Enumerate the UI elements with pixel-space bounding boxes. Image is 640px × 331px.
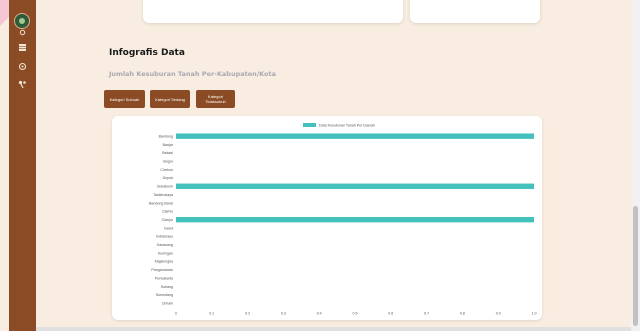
category-label: Majalengka — [155, 260, 173, 264]
sidebar — [9, 0, 36, 331]
x-tick-label: 0.6 — [388, 311, 393, 315]
map-pin-icon[interactable] — [17, 61, 28, 72]
x-tick-label: 0.9 — [496, 311, 501, 315]
category-fertile-button[interactable]: Kategori Subuah — [104, 90, 145, 108]
x-tick-label: 0.3 — [281, 311, 286, 315]
bar — [176, 183, 534, 189]
category-label: Kuningan — [158, 251, 173, 255]
legend-label: Data Kesuburan Tanah Per Daerah — [319, 124, 375, 128]
bar — [176, 133, 534, 139]
x-tick-label: 0.2 — [245, 311, 250, 315]
category-label: Ciamis — [162, 210, 173, 214]
scrollbar[interactable] — [631, 0, 640, 331]
category-label: Sumedang — [156, 293, 173, 297]
category-label: Tasikmalaya — [153, 193, 173, 197]
category-label: Karawang — [157, 243, 173, 247]
section-title: Infografis Data — [109, 48, 185, 58]
category-label: Bogor — [163, 160, 173, 164]
x-tick-label: 0.4 — [317, 311, 322, 315]
x-tick-label: 0.1 — [209, 311, 214, 315]
chart-card: Data Kesuburan Tanah Per Daerah Bandung Ba… — [112, 116, 542, 320]
x-tick-label: 0.5 — [353, 311, 358, 315]
x-tick-label: 0.8 — [460, 311, 465, 315]
bar-chart: Data Kesuburan Tanah Per Daerah Bandung Ba… — [149, 123, 537, 315]
x-tick-label: 0 — [175, 311, 177, 315]
category-label: Purwakarta — [155, 276, 173, 280]
tools-icon[interactable] — [17, 79, 28, 90]
section-subtitle: Jumlah Kesuburan Tanah Per-Kabupaten/Kot… — [109, 70, 277, 78]
legend-swatch — [303, 123, 316, 127]
horizontal-scrollbar[interactable] — [36, 327, 631, 331]
table-icon[interactable] — [17, 42, 28, 53]
scrollbar-thumb[interactable] — [633, 206, 638, 326]
x-tick-label: 1.0 — [532, 311, 537, 315]
category-label: Banjar — [163, 143, 174, 147]
category-label: Cimahi — [162, 301, 173, 305]
category-label: Cianjur — [162, 218, 174, 222]
x-tick-label: 0.7 — [424, 311, 429, 315]
category-label: Garut — [164, 226, 173, 230]
category-label: Bandung Barat — [149, 201, 173, 205]
category-label: Depok — [163, 176, 174, 180]
top-card-right — [410, 0, 540, 23]
top-card-left — [143, 0, 403, 23]
home-icon[interactable] — [17, 27, 28, 38]
category-label: Bandung — [159, 134, 173, 138]
category-label: Cirebon — [160, 168, 173, 172]
category-label: Pangandaran — [151, 268, 173, 272]
category-label: Bekasi — [162, 151, 173, 155]
category-medium-button[interactable]: Kategori Sedang — [150, 90, 190, 108]
category-label: Indramayu — [156, 235, 173, 239]
category-label: Subang — [161, 285, 173, 289]
category-label: Sukabumi — [157, 185, 173, 189]
bar — [176, 216, 534, 223]
category-infertile-button[interactable]: Kategori Tidaksubuh — [196, 90, 235, 108]
